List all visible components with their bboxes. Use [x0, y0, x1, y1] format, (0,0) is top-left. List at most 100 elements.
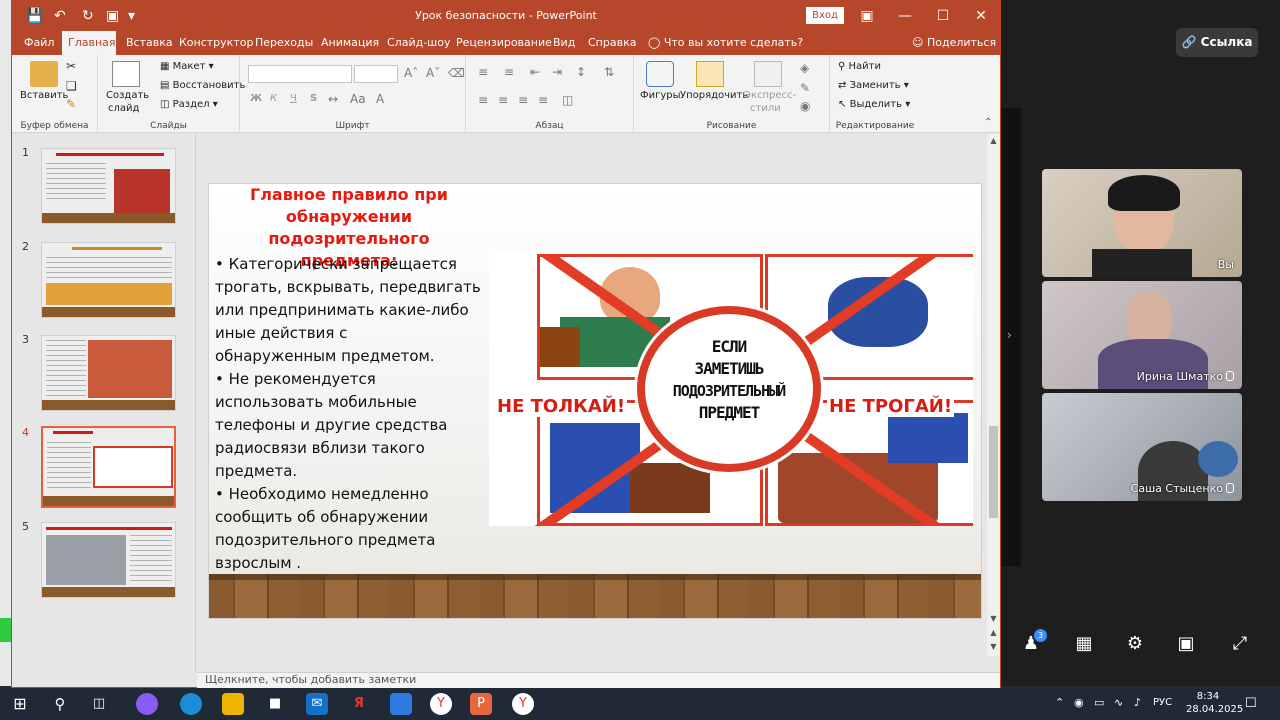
- copy-link-button[interactable]: 🔗 Ссылка: [1176, 28, 1258, 57]
- cut-icon[interactable]: ✂: [66, 59, 76, 73]
- grow-font-icon[interactable]: Aˆ: [404, 66, 418, 80]
- input-language[interactable]: РУС: [1153, 697, 1172, 708]
- messenger-icon[interactable]: [390, 693, 412, 715]
- align-left-icon[interactable]: ≡: [478, 93, 488, 107]
- wifi-icon[interactable]: ∿: [1114, 696, 1123, 709]
- file-explorer-icon[interactable]: [222, 693, 244, 715]
- justify-icon[interactable]: ≡: [538, 93, 548, 107]
- scroll-thumb[interactable]: [989, 426, 998, 518]
- paste-button[interactable]: Вставить: [20, 90, 68, 101]
- search-icon[interactable]: ⚲: [49, 693, 71, 715]
- tell-me-search[interactable]: ◯ Что вы хотите сделать?: [648, 31, 803, 55]
- edge-browser-icon[interactable]: [180, 693, 202, 715]
- mail-icon[interactable]: ✉: [306, 693, 328, 715]
- select-button[interactable]: ↖ Выделить ▾: [838, 99, 910, 110]
- layout-button[interactable]: ▦ Макет ▾: [160, 61, 214, 72]
- clock[interactable]: 8:34 28.04.2025: [1186, 690, 1243, 716]
- grid-view-icon[interactable]: ▦: [1073, 633, 1095, 655]
- task-view-icon[interactable]: ◫: [88, 693, 110, 715]
- slide-body-text[interactable]: • Категорически запрещается трогать, вск…: [215, 253, 487, 575]
- prev-slide-icon[interactable]: ▲: [987, 628, 1000, 637]
- text-direction-icon[interactable]: ⇅: [604, 65, 614, 79]
- shrink-font-icon[interactable]: Aˇ: [426, 66, 440, 80]
- shapes-button[interactable]: Фигуры: [640, 90, 681, 101]
- tab-transitions[interactable]: Переходы: [249, 31, 319, 55]
- copy-icon[interactable]: ❏: [66, 79, 77, 93]
- tab-review[interactable]: Рецензирование: [450, 31, 558, 55]
- scroll-up-icon[interactable]: ▲: [987, 136, 1000, 145]
- meet-now-icon[interactable]: ◉: [1074, 696, 1084, 709]
- safety-poster-image[interactable]: ЕСЛИ ЗАМЕТИШЬ ПОДОЗРИТЕЛЬНЫЙ ПРЕДМЕТ НЕ …: [489, 254, 973, 526]
- arrange-button[interactable]: Упорядочить: [680, 90, 748, 101]
- notifications-icon[interactable]: ☐: [1245, 696, 1257, 711]
- slide-thumbnail-3[interactable]: [41, 335, 176, 411]
- yandex-icon[interactable]: Я: [348, 693, 370, 715]
- fullscreen-icon[interactable]: ⤢: [1229, 633, 1251, 655]
- slide-thumbnail-1[interactable]: [41, 148, 176, 224]
- participant-tile-you[interactable]: Вы: [1042, 169, 1242, 277]
- windows-start-icon[interactable]: ⊞: [9, 693, 31, 715]
- slide-thumbnail-2[interactable]: [41, 242, 176, 318]
- font-name-combo[interactable]: [248, 65, 352, 83]
- new-slide-icon[interactable]: [112, 61, 140, 87]
- italic-button[interactable]: К: [270, 93, 277, 104]
- maximize-button[interactable]: ☐: [928, 5, 958, 27]
- yandex-browser-icon[interactable]: Y: [430, 693, 452, 715]
- current-slide[interactable]: Главное правило при обнаружении подозрит…: [208, 183, 982, 619]
- battery-icon[interactable]: ▭: [1094, 696, 1104, 709]
- ribbon-display-icon[interactable]: ▣: [852, 5, 882, 27]
- bullets-icon[interactable]: ≡: [478, 65, 488, 79]
- tab-view[interactable]: Вид: [547, 31, 581, 55]
- shapes-icon[interactable]: [646, 61, 674, 87]
- volume-icon[interactable]: ♪: [1134, 696, 1141, 709]
- font-size-combo[interactable]: [354, 65, 398, 83]
- find-button[interactable]: ⚲ Найти: [838, 61, 881, 72]
- tab-insert[interactable]: Вставка: [120, 31, 179, 55]
- columns-icon[interactable]: ◫: [562, 93, 573, 107]
- next-slide-icon[interactable]: ▼: [987, 642, 1000, 651]
- minimize-button[interactable]: —: [890, 5, 920, 27]
- vertical-scrollbar[interactable]: ▲ ▼ ▲ ▼: [987, 134, 1000, 656]
- bold-button[interactable]: Ж: [250, 93, 262, 104]
- tray-expand-icon[interactable]: ⌃: [1055, 696, 1064, 709]
- tab-help[interactable]: Справка: [582, 31, 642, 55]
- align-right-icon[interactable]: ≡: [518, 93, 528, 107]
- participant-tile-irina[interactable]: Ирина Шматко: [1042, 281, 1242, 389]
- replace-button[interactable]: ⇄ Заменить ▾: [838, 80, 909, 91]
- line-spacing-icon[interactable]: ↕: [576, 65, 586, 79]
- new-slide-label-2[interactable]: слайд: [108, 103, 139, 114]
- align-center-icon[interactable]: ≡: [498, 93, 508, 107]
- quick-styles-icon[interactable]: [754, 61, 782, 87]
- reset-button[interactable]: ▤ Восстановить: [160, 80, 245, 91]
- clear-format-icon[interactable]: ⌫: [448, 66, 465, 80]
- outdent-icon[interactable]: ⇥: [552, 65, 562, 79]
- notes-pane[interactable]: Щелкните, чтобы добавить заметки: [197, 672, 1000, 688]
- tab-file[interactable]: Файл: [18, 31, 60, 55]
- quick-styles-label-1[interactable]: Экспресс-: [744, 90, 796, 101]
- settings-gear-icon[interactable]: ⚙: [1124, 633, 1146, 655]
- paste-icon[interactable]: [30, 61, 58, 87]
- picture-in-picture-icon[interactable]: ▣: [1175, 633, 1197, 655]
- case-icon[interactable]: Aa: [350, 92, 366, 106]
- underline-button[interactable]: Ч: [290, 93, 297, 104]
- signin-button[interactable]: Вход: [806, 7, 844, 24]
- tab-animations[interactable]: Анимация: [315, 31, 385, 55]
- strike-button[interactable]: S: [310, 93, 317, 104]
- spacing-icon[interactable]: ↔: [328, 92, 338, 106]
- scroll-down-icon[interactable]: ▼: [987, 614, 1000, 623]
- arrange-icon[interactable]: [696, 61, 724, 87]
- shape-effects-icon[interactable]: ◉: [800, 99, 810, 113]
- close-button[interactable]: ✕: [966, 5, 996, 27]
- font-color-icon[interactable]: A: [376, 92, 384, 106]
- collapse-ribbon-icon[interactable]: ⌃: [984, 117, 992, 128]
- numbering-icon[interactable]: ≡: [504, 65, 514, 79]
- meeting-sidebar-toggle[interactable]: ›: [1001, 108, 1021, 566]
- section-button[interactable]: ◫ Раздел ▾: [160, 99, 218, 110]
- new-slide-label-1[interactable]: Создать: [106, 90, 149, 101]
- shape-fill-icon[interactable]: ◈: [800, 61, 809, 75]
- store-icon[interactable]: ■: [264, 693, 286, 715]
- slide-thumbnail-4[interactable]: [41, 426, 176, 508]
- yandex-browser-icon-2[interactable]: Y: [512, 693, 534, 715]
- indent-icon[interactable]: ⇤: [530, 65, 540, 79]
- powerpoint-taskbar-icon[interactable]: P: [470, 693, 492, 715]
